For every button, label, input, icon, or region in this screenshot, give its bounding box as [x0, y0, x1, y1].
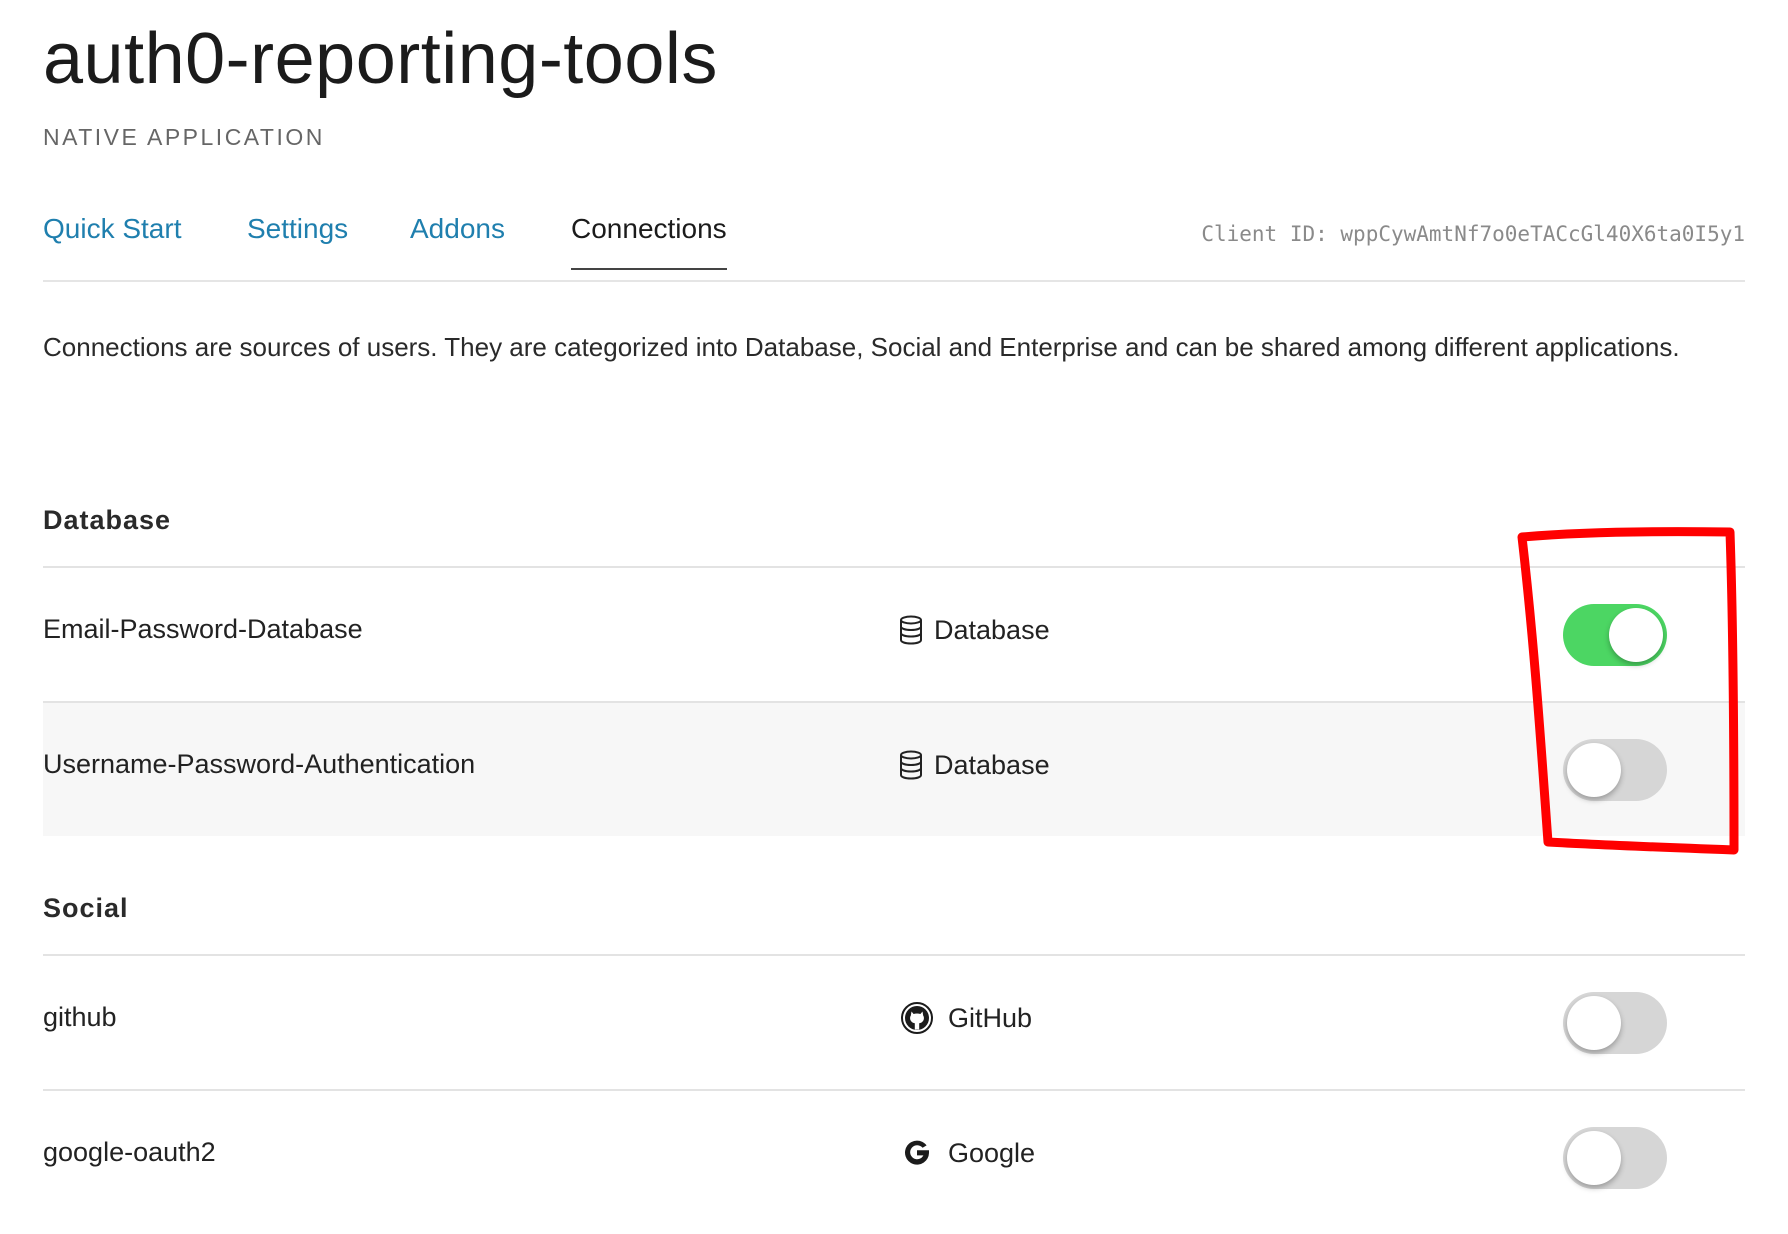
toggle-knob	[1567, 743, 1621, 797]
connection-toggle-email-password-database[interactable]	[1563, 604, 1667, 666]
toggle-knob	[1609, 608, 1663, 662]
connection-name: google-oauth2	[43, 1137, 216, 1167]
connection-type: GitHub	[896, 998, 1032, 1038]
database-icon	[896, 614, 926, 646]
tab-settings[interactable]: Settings	[247, 213, 348, 245]
section-title-database: Database	[43, 505, 172, 535]
connection-name: Email-Password-Database	[43, 614, 363, 644]
client-id: Client ID: wppCywAmtNf7o0eTACcGl40X6ta0I…	[1201, 222, 1745, 246]
tab-bar: Quick Start Settings Addons Connections …	[43, 210, 1745, 282]
connection-type-label: Google	[948, 1137, 1036, 1168]
connection-name: github	[43, 1002, 117, 1032]
connection-toggle-username-password-authentication[interactable]	[1563, 739, 1667, 801]
connection-type-label: Database	[934, 749, 1050, 780]
google-icon	[900, 1137, 934, 1169]
page-title: auth0-reporting-tools	[43, 19, 718, 99]
connection-type-label: Database	[934, 614, 1050, 645]
database-icon	[896, 749, 926, 781]
connection-row-github: github GitHub	[43, 956, 1745, 1091]
connection-type: Database	[896, 610, 1050, 650]
toggle-knob	[1567, 1131, 1621, 1185]
connection-row-email-password-database: Email-Password-Database Database	[43, 568, 1745, 703]
github-icon	[900, 1002, 934, 1034]
connection-toggle-google-oauth2[interactable]	[1563, 1127, 1667, 1189]
connection-row-username-password-authentication: Username-Password-Authentication Databas…	[43, 703, 1745, 836]
connection-type: Database	[896, 745, 1050, 785]
section-title-social: Social	[43, 893, 129, 923]
toggle-knob	[1567, 996, 1621, 1050]
connection-name: Username-Password-Authentication	[43, 749, 476, 779]
connections-description: Connections are sources of users. They a…	[43, 332, 1680, 362]
connection-type: Google	[896, 1133, 1035, 1173]
connection-row-google-oauth2: google-oauth2 Google	[43, 1091, 1745, 1224]
application-type-label: NATIVE APPLICATION	[43, 124, 325, 150]
connection-toggle-github[interactable]	[1563, 992, 1667, 1054]
tab-quick-start[interactable]: Quick Start	[43, 213, 181, 245]
connection-type-label: GitHub	[948, 1002, 1033, 1033]
tab-addons[interactable]: Addons	[410, 213, 505, 245]
tab-connections[interactable]: Connections	[571, 213, 727, 270]
